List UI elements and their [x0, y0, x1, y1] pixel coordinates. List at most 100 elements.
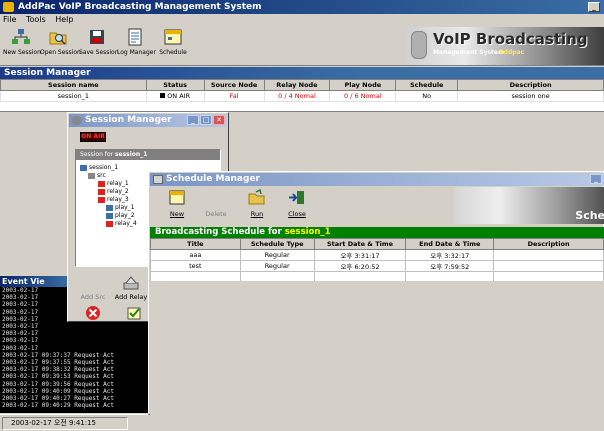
save-icon [90, 30, 104, 44]
session-dialog-minimize-button[interactable]: _ [187, 115, 199, 125]
minimize-button[interactable]: _ [588, 2, 600, 12]
relay-icon [98, 180, 105, 187]
app-icon [3, 2, 14, 12]
schedule-dialog-minimize-button[interactable]: _ [590, 174, 602, 184]
status-datetime: 2003-02-17 오전 9:41:15 [2, 417, 128, 430]
col-schedule[interactable]: Schedule [395, 79, 459, 91]
open-session-button[interactable]: Open Session [40, 28, 81, 64]
col-sched-description[interactable]: Description [493, 238, 604, 250]
status-bar: 2003-02-17 오전 9:41:15 [0, 414, 604, 431]
col-schedule-type[interactable]: Schedule Type [239, 238, 315, 250]
schedule-table-header: Title Schedule Type Start Date & Time En… [150, 238, 604, 250]
add-relay-button[interactable]: Add Relay [114, 275, 148, 301]
status-square-icon [160, 93, 166, 98]
cell-schedule: No [395, 90, 459, 102]
banner-brand: Addpac [499, 49, 525, 56]
col-play-node[interactable]: Play Node [329, 79, 397, 91]
table-row[interactable]: aaa Regular 오후 3:31:17 오후 3:32:17 [150, 249, 604, 261]
cell-title: aaa [150, 249, 241, 261]
relay-icon [98, 196, 105, 203]
tree-item-relay-4[interactable]: relay_4 [106, 220, 137, 228]
table-row[interactable]: session_1 ON AIR Fal 0 / 4 Nomal 0 / 6 N… [0, 90, 604, 102]
log-line: 2003-02-17 09:37:55 Request Act [2, 359, 114, 367]
col-session-name[interactable]: Session name [0, 79, 147, 91]
network-icon [80, 164, 87, 171]
table-row[interactable] [150, 271, 604, 282]
col-end[interactable]: End Date & Time [405, 238, 495, 250]
cell-type: Regular [239, 260, 315, 272]
exit-door-icon [289, 191, 304, 204]
session-table-header: Session name Status Source Node Relay No… [0, 79, 604, 91]
calendar-icon [164, 29, 182, 45]
save-session-button[interactable]: Save Session [79, 28, 119, 64]
delete-schedule-icon [207, 189, 225, 206]
log-icon [128, 28, 142, 46]
delete-schedule-button[interactable]: Delete [203, 189, 229, 218]
col-title[interactable]: Title [150, 238, 241, 250]
schedule-table: Title Schedule Type Start Date & Time En… [150, 238, 604, 282]
banner-subtitle: Management System [433, 49, 505, 56]
tree-item-play-2[interactable]: play_2 [106, 212, 135, 220]
event-viewer-title: Event Vie [0, 276, 70, 287]
col-description[interactable]: Description [457, 79, 604, 91]
tree-item-relay-2[interactable]: relay_2 [98, 188, 129, 196]
session-dialog-title-bar[interactable]: Session Manager _ □ ✕ [69, 114, 227, 127]
col-start[interactable]: Start Date & Time [313, 238, 407, 250]
col-status[interactable]: Status [145, 79, 205, 91]
col-relay-node[interactable]: Relay Node [263, 79, 331, 91]
cell-title: test [150, 260, 241, 272]
log-line: 2003-02-17 [2, 344, 39, 352]
session-table-blank [0, 102, 604, 112]
log-line: 2003-02-17 09:38:32 Request Act [2, 366, 114, 374]
add-src-icon [84, 275, 102, 291]
log-line: 2003-02-17 [2, 337, 39, 345]
menu-file[interactable]: File [3, 15, 16, 24]
session-table: Session name Status Source Node Relay No… [0, 79, 604, 102]
table-row[interactable]: test Regular 오후 6:20:52 오후 7:59:52 [150, 260, 604, 272]
search-folder-icon [49, 32, 67, 45]
cell-end: 오후 3:32:17 [405, 249, 495, 261]
col-source-node[interactable]: Source Node [203, 79, 265, 91]
tree-item-relay-1[interactable]: relay_1 [98, 180, 129, 188]
schedule-dialog-title-bar[interactable]: Schedule Manager _ [150, 173, 604, 186]
tree-item-src[interactable]: src [88, 172, 106, 180]
tree-item-relay-3[interactable]: relay_3 [98, 196, 129, 204]
relay-icon [106, 220, 113, 227]
schedule-button[interactable]: Schedule [155, 28, 191, 64]
log-line: 2003-02-17 09:40:27 Request Act [2, 395, 114, 403]
menu-tools[interactable]: Tools [26, 15, 46, 24]
onair-indicator: ON AIR [80, 132, 106, 142]
close-schedule-button[interactable]: Close [285, 189, 309, 218]
log-line: 2003-02-17 09:39:53 Request Act [2, 373, 114, 381]
tree-item-session[interactable]: session_1 [80, 164, 118, 172]
cell-description: session one [457, 90, 604, 102]
cell-end [405, 271, 495, 282]
cell-status: ON AIR [145, 90, 205, 102]
speaker-icon [106, 212, 113, 219]
cell-session-name: session_1 [0, 90, 147, 102]
cell-title [150, 271, 241, 282]
schedule-list-header: Broadcasting Schedule for session_1 [150, 227, 604, 238]
relay-device-icon [123, 276, 139, 290]
brand-banner: VoIP Broadcasting Management System Addp… [405, 27, 604, 65]
microphone-icon [411, 31, 427, 59]
run-schedule-button[interactable]: Run [245, 189, 269, 218]
cell-description [493, 260, 604, 272]
tree-item-play-1[interactable]: play_1 [106, 204, 135, 212]
schedule-empty-area [150, 281, 604, 415]
log-manager-button[interactable]: Log Manager [117, 28, 156, 64]
log-line: 2003-02-17 09:40:29 Request Act [2, 402, 114, 410]
menu-help[interactable]: Help [55, 15, 73, 24]
cell-source-node: Fal [203, 90, 265, 102]
relay-icon [98, 188, 105, 195]
new-schedule-button[interactable]: New [165, 189, 189, 218]
session-dialog-icon [72, 116, 82, 125]
add-src-button[interactable]: Add Src [78, 275, 108, 301]
new-session-button[interactable]: New Session [3, 28, 41, 64]
session-dialog-close-button[interactable]: ✕ [213, 115, 225, 125]
session-dialog-maximize-button[interactable]: □ [200, 115, 212, 125]
session-manager-header: Session Manager [0, 67, 604, 79]
speaker-icon [106, 204, 113, 211]
cell-description [493, 249, 604, 261]
delete-node-button[interactable]: Delete [78, 305, 108, 331]
